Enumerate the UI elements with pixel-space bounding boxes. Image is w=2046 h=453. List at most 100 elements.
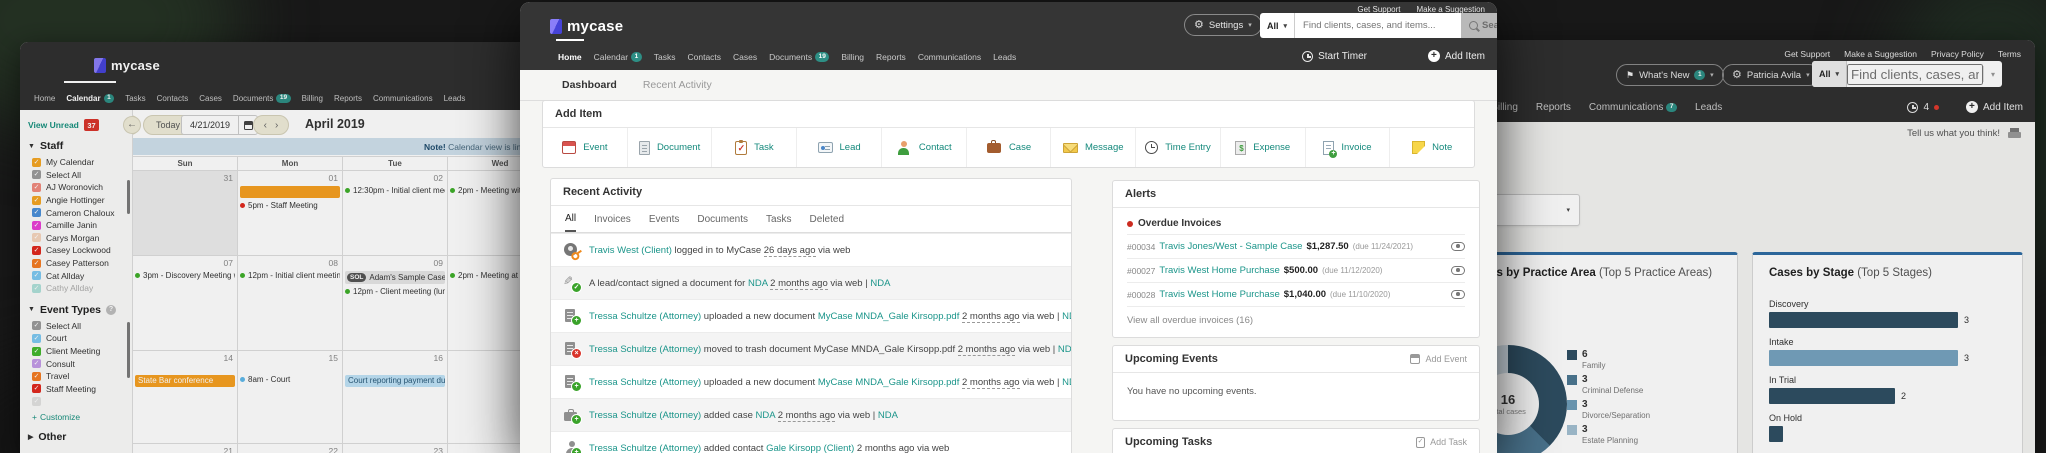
activity-link[interactable]: NDA [870,278,890,289]
calendar-day-cell[interactable]: 16 Court reporting payment due [343,351,448,444]
add-case-button[interactable]: Case [967,128,1052,167]
calendar-allday-event[interactable] [240,186,340,198]
activity-link[interactable]: NDA [1062,311,1071,322]
staff-row-aj-woronovich[interactable]: ✓ AJ Woronovich [20,181,132,194]
view-unread-link[interactable]: View Unread 37 [20,110,132,131]
add-task-button[interactable]: Add Task [1416,436,1467,448]
mycase-logo[interactable]: mycase [550,18,623,35]
calendar-allday-event[interactable]: State Bar conference [135,375,235,387]
activity-link[interactable]: Gale Kirsopp (Client) [766,443,854,453]
tab-recent-activity[interactable]: Recent Activity [643,79,712,91]
left-nav-item-billing[interactable]: Billing [302,94,323,103]
eye-icon[interactable] [1451,242,1465,251]
mycase-logo[interactable]: mycase [94,58,160,73]
start-timer-button[interactable]: Start Timer [1302,51,1367,62]
chevron-left-icon[interactable]: ‹ [264,120,267,131]
activity-link[interactable]: NDA [1058,344,1071,355]
calendar-day-cell[interactable]: 07 3pm - Discovery Meeting with Clien [133,256,238,351]
activity-link[interactable]: NDA [878,410,898,421]
event-type-checkbox[interactable]: ✓ [32,396,41,406]
center-nav-item-tasks[interactable]: Tasks [654,52,676,62]
activity-link[interactable]: Travis West (Client) [589,245,672,256]
whats-new-button[interactable]: ⚑ What's New 1 ▾ [1616,64,1724,86]
calendar-event[interactable]: 8am - Court [240,375,340,384]
other-section-header[interactable]: ▶ Other [20,422,132,447]
calendar-day-cell[interactable]: 22 [238,444,343,453]
add-note-button[interactable]: Note [1390,128,1474,167]
staff-row-camille-janin[interactable]: ✓ Camille Janin [20,219,132,232]
header-link-terms[interactable]: Terms [1998,49,2021,59]
event-type-checkbox[interactable]: ✓ [32,371,41,381]
search-scope-select[interactable]: All ▾ [1812,61,1848,87]
customize-link[interactable]: + Customize [20,408,132,422]
event-type-checkbox[interactable]: ✓ [32,333,41,343]
calendar-day-cell[interactable]: 15 8am - Court [238,351,343,444]
staff-checkbox[interactable]: ✓ [32,195,41,205]
left-nav-item-tasks[interactable]: Tasks [125,94,145,103]
event-type-row-item[interactable]: ✓ [20,395,132,408]
calendar-event[interactable]: 12pm - Client meeting (lunch) [345,287,445,296]
staff-checkbox[interactable]: ✓ [32,170,41,180]
left-nav-item-leads[interactable]: Leads [444,94,466,103]
staff-checkbox[interactable]: ✓ [32,208,41,218]
activity-link[interactable]: Tressa Schultze (Attorney) [589,443,701,453]
calendar-case-event[interactable]: SOL Adam's Sample Case [345,271,445,284]
sidebar-scrollbar[interactable] [126,180,130,214]
calendar-event[interactable]: 3pm - Discovery Meeting with Clien [135,271,235,280]
add-item-button[interactable]: + Add Item [1965,101,2023,113]
calendar-event[interactable]: 12:30pm - Initial client meeting [345,186,445,195]
activity-link[interactable]: NDA [1062,377,1071,388]
header-link-privacy-policy[interactable]: Privacy Policy [1931,49,1984,59]
calendar-event[interactable]: 12pm - Initial client meeting: Bob B [240,271,340,280]
calendar-day-cell[interactable]: 02 12:30pm - Initial client meeting [343,171,448,256]
event-type-checkbox[interactable]: ✓ [32,321,41,331]
event-type-row-select-all[interactable]: ✓ Select All [20,320,132,333]
invoice-case-link[interactable]: Travis Jones/West - Sample Case [1159,241,1302,252]
view-all-overdue-link[interactable]: View all overdue invoices (16) [1127,306,1465,334]
left-nav-item-documents[interactable]: Documents 19 [233,93,291,103]
bar-on-hold[interactable] [1769,426,1783,442]
staff-row-cameron-chaloux[interactable]: ✓ Cameron Chaloux [20,206,132,219]
search-input[interactable] [1295,13,1462,38]
eye-icon[interactable] [1451,266,1465,275]
event-types-section-header[interactable]: ▼ Event Types ? [20,295,132,320]
user-menu-button[interactable]: ⚙ Patricia Avila ▾ [1722,64,1820,86]
center-nav-item-home[interactable]: Home [556,39,584,62]
staff-row-my-calendar[interactable]: ✓ My Calendar [20,156,132,169]
calendar-day-cell[interactable]: 09 SOL Adam's Sample Case 12pm - Client mee… [343,256,448,351]
activity-link[interactable]: MyCase MNDA_Gale Kirsopp.pdf [818,377,960,388]
tab-dashboard[interactable]: Dashboard [562,79,617,91]
activity-tab-deleted[interactable]: Deleted [810,206,844,232]
search-input[interactable] [1847,63,1984,85]
calendar-day-cell[interactable]: 31 [133,171,238,256]
staff-checkbox[interactable]: ✓ [32,245,41,255]
calendar-day-cell[interactable]: 21 [133,444,238,453]
center-nav-item-communications[interactable]: Communications [918,52,981,62]
add-invoice-button[interactable]: Invoice [1306,128,1391,167]
activity-link[interactable]: Tressa Schultze (Attorney) [589,344,701,355]
right-nav-item-communications[interactable]: Communications 7 [1589,102,1678,113]
activity-link[interactable]: Tressa Schultze (Attorney) [589,410,701,421]
center-nav-item-contacts[interactable]: Contacts [687,52,721,62]
search-button[interactable]: Search [1461,13,1497,38]
calendar-allday-event[interactable]: Court reporting payment due [345,375,445,387]
prev-next-buttons[interactable]: ‹ › [253,115,289,135]
left-nav-item-contacts[interactable]: Contacts [157,94,189,103]
staff-row-casey-lockwood[interactable]: ✓ Casey Lockwood [20,244,132,257]
activity-link[interactable]: NDA [748,278,768,289]
center-nav-item-leads[interactable]: Leads [993,52,1016,62]
event-type-row-court[interactable]: ✓ Court [20,332,132,345]
add-item-button[interactable]: + Add Item [1427,50,1485,62]
staff-row-select-all[interactable]: ✓ Select All [20,169,132,182]
sidebar-collapse-button[interactable]: ← [123,116,141,134]
left-nav-item-cases[interactable]: Cases [199,94,222,103]
staff-row-cathy-allday[interactable]: ✓ Cathy Allday [20,282,132,295]
add-document-button[interactable]: Document [628,128,713,167]
activity-link[interactable]: MyCase MNDA_Gale Kirsopp.pdf [818,311,960,322]
center-nav-item-calendar[interactable]: Calendar 1 [594,52,642,62]
event-type-row-staff-meeting[interactable]: ✓ Staff Meeting [20,383,132,396]
calendar-day-cell[interactable]: 08 12pm - Initial client meeting: Bob B [238,256,343,351]
activity-link[interactable]: Tressa Schultze (Attorney) [589,311,701,322]
bar-in-trial[interactable] [1769,388,1895,404]
staff-checkbox[interactable]: ✓ [32,182,41,192]
